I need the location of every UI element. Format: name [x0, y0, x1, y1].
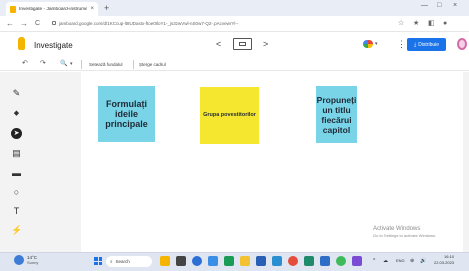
- activate-windows-watermark: Activate Windows Go to Settings to activ…: [373, 226, 436, 238]
- task-view-icon[interactable]: [176, 256, 186, 266]
- start-icon[interactable]: [94, 257, 102, 265]
- tool-palette: ✎ ◆ ➤ ▤ ▬ ○ T ⚡: [8, 88, 26, 244]
- forward-icon[interactable]: →: [20, 18, 28, 30]
- system-clock[interactable]: 16:10 22.03.2023: [434, 254, 454, 266]
- file-explorer-icon[interactable]: [240, 256, 250, 266]
- search-icon: ⌕: [110, 259, 113, 264]
- share-page-icon[interactable]: ☆: [398, 19, 404, 29]
- sticky-note-text: Formulați ideile principale: [105, 99, 148, 129]
- sticky-note[interactable]: Propuneți un titlu fiecărui capitol: [316, 86, 357, 143]
- eraser-icon[interactable]: ◆: [11, 108, 22, 119]
- toolbar-divider: [133, 60, 134, 69]
- sticky-note-text: Propuneți un titlu fiecărui capitol: [316, 94, 357, 135]
- sticky-note-text: Grupa povestitorilor: [203, 112, 256, 118]
- watermark-title: Activate Windows: [373, 226, 421, 232]
- more-options-icon[interactable]: ⋮: [397, 39, 406, 50]
- sticky-note[interactable]: Formulați ideile principale: [98, 86, 155, 142]
- share-button[interactable]: ⤓ Distribuie: [407, 38, 446, 51]
- set-background-button[interactable]: Setează fundalul: [89, 61, 123, 69]
- reload-icon[interactable]: C: [35, 18, 40, 30]
- excel-icon[interactable]: [224, 256, 234, 266]
- sticky-note-icon[interactable]: ▤: [11, 148, 22, 159]
- new-tab-button[interactable]: +: [104, 2, 109, 14]
- sticky-note[interactable]: Grupa povestitorilor: [200, 87, 259, 144]
- volume-icon[interactable]: 🔊: [420, 257, 426, 265]
- teams-icon[interactable]: [272, 256, 282, 266]
- word-icon[interactable]: [256, 256, 266, 266]
- url-field[interactable]: jamboard.google.com/d/1KCcup-lt8UDastx-f…: [52, 19, 366, 29]
- text-box-icon[interactable]: T: [11, 206, 22, 217]
- share-label: Distribuie: [418, 41, 440, 48]
- address-bar-row: ← → C jamboard.google.com/d/1KCcup-lt8UD…: [0, 16, 469, 32]
- taskbar-search[interactable]: ⌕ Search: [106, 256, 152, 267]
- next-frame-icon[interactable]: >: [263, 39, 268, 49]
- edge-icon[interactable]: [192, 256, 202, 266]
- frame-thumbnail-icon: [239, 42, 246, 46]
- laser-icon[interactable]: ⚡: [11, 225, 22, 236]
- frame-bar-button[interactable]: [233, 38, 252, 50]
- maximize-icon[interactable]: □: [437, 2, 441, 9]
- meet-icon[interactable]: [363, 40, 373, 48]
- select-icon[interactable]: ➤: [11, 128, 22, 139]
- clock-date: 22.03.2023: [434, 260, 455, 265]
- watermark-subtitle: Go to Settings to activate Windows.: [373, 233, 437, 238]
- jamboard-favicon-icon: [10, 5, 16, 13]
- lock-icon: [52, 21, 56, 25]
- minimize-icon[interactable]: —: [421, 2, 428, 9]
- bookmark-icon[interactable]: ★: [413, 19, 419, 29]
- document-title[interactable]: Investigate: [34, 41, 73, 50]
- tray-chevron-icon[interactable]: ^: [373, 257, 375, 265]
- share-icon: ⤓: [413, 41, 417, 48]
- browser-icon[interactable]: [336, 256, 346, 266]
- chrome-icon[interactable]: [288, 256, 298, 266]
- app-icon[interactable]: [304, 256, 314, 266]
- mail-icon[interactable]: [320, 256, 330, 266]
- zoom-caret-icon[interactable]: ▾: [70, 59, 73, 69]
- store-icon[interactable]: [208, 256, 218, 266]
- shape-icon[interactable]: ○: [11, 187, 22, 198]
- tab-title: Investigate - Jamboard-instrument: [19, 6, 88, 12]
- window-close-icon[interactable]: ×: [453, 2, 457, 9]
- browser-tab[interactable]: Investigate - Jamboard-instrument ×: [6, 2, 98, 16]
- weather-icon[interactable]: [14, 255, 24, 265]
- clear-frame-button[interactable]: Șterge cadrul: [139, 61, 166, 69]
- image-icon[interactable]: ▬: [11, 168, 22, 179]
- search-label: Search: [115, 259, 130, 264]
- tab-close-icon[interactable]: ×: [90, 6, 94, 12]
- url-text: jamboard.google.com/d/1KCcup-lt8UDastx-f…: [59, 21, 239, 26]
- previous-frame-icon[interactable]: <: [216, 39, 221, 49]
- jamboard-logo-icon: [18, 37, 25, 50]
- back-icon[interactable]: ←: [6, 18, 14, 30]
- weather-widget[interactable]: 14°C Sunny: [27, 255, 38, 265]
- weather-description: Sunny: [27, 260, 39, 265]
- language-indicator[interactable]: ENG: [396, 257, 405, 265]
- avatar[interactable]: [457, 38, 467, 50]
- cloud-icon[interactable]: ☁: [383, 257, 388, 265]
- network-icon[interactable]: ⊕: [410, 257, 414, 265]
- undo-icon[interactable]: ↶: [22, 59, 28, 69]
- toolbar-divider: [81, 60, 82, 69]
- zoom-icon[interactable]: 🔍: [60, 59, 67, 69]
- meet-caret-icon[interactable]: ▾: [375, 41, 378, 47]
- jamboard-app-icon[interactable]: [160, 256, 170, 266]
- profile-icon[interactable]: ●: [443, 19, 447, 29]
- extensions-icon[interactable]: ◧: [428, 19, 435, 29]
- redo-icon[interactable]: ↷: [40, 59, 46, 69]
- screen: Investigate - Jamboard-instrument × + — …: [0, 0, 469, 271]
- browser-tabstrip: Investigate - Jamboard-instrument × + — …: [0, 0, 469, 16]
- app-icon[interactable]: [352, 256, 362, 266]
- pen-icon[interactable]: ✎: [11, 88, 22, 99]
